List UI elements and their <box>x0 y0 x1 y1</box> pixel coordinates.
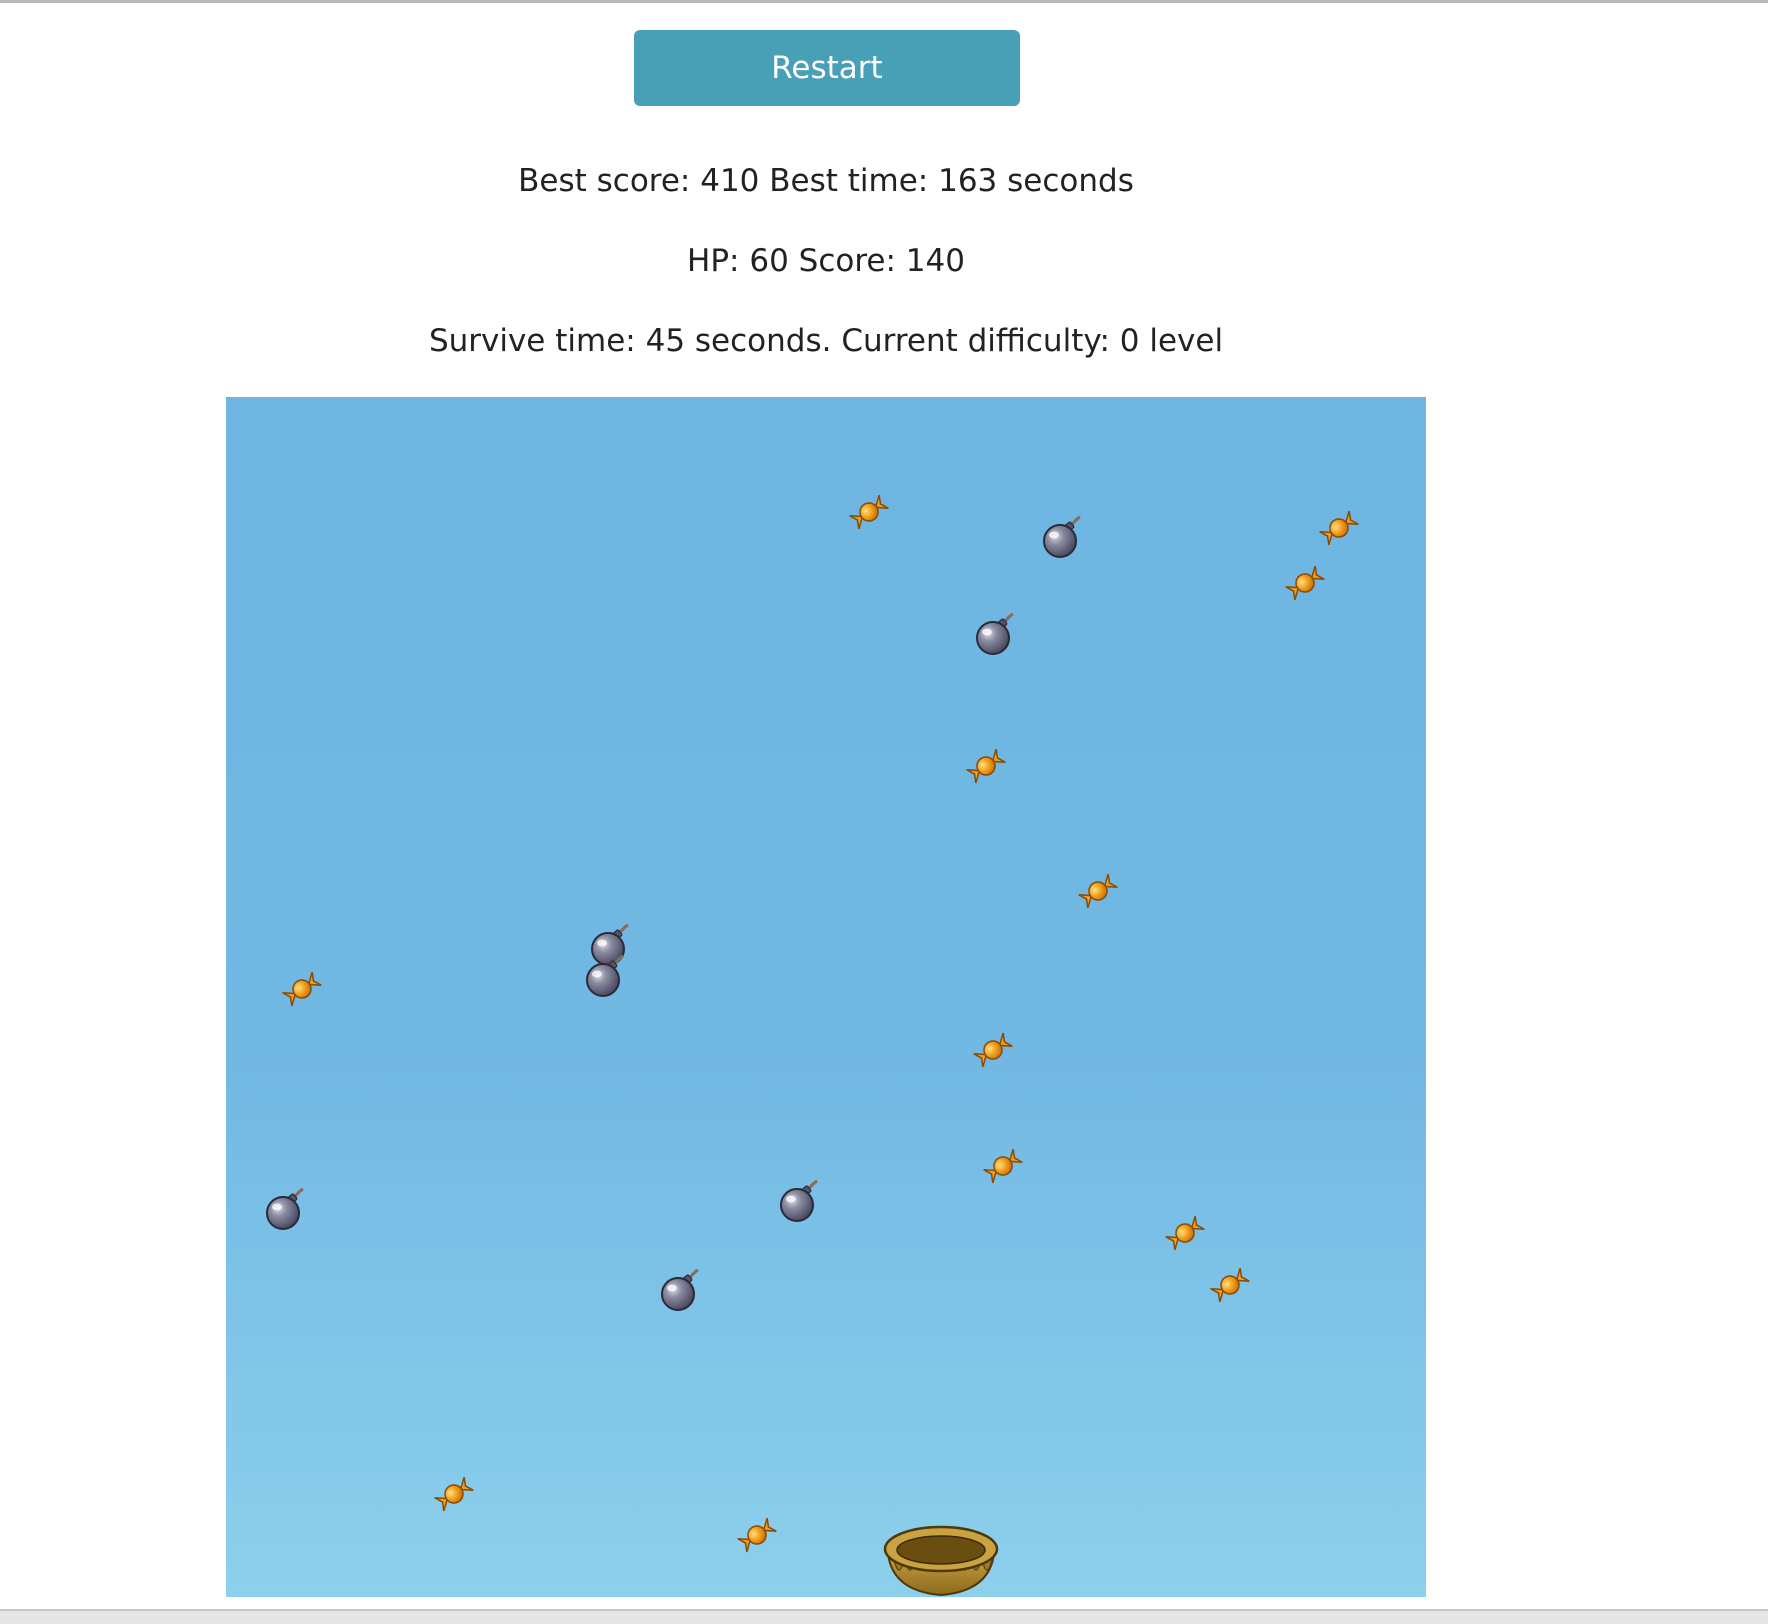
survive-line: Survive time: 45 seconds. Current diffic… <box>0 321 1652 361</box>
candy-icon <box>280 969 324 1013</box>
score-value: 140 <box>905 243 965 279</box>
candy-icon <box>735 1515 779 1559</box>
candy-icon <box>847 492 891 536</box>
game-canvas[interactable] <box>226 397 1426 1597</box>
best-score-value: 410 <box>700 163 760 199</box>
candy-icon <box>1163 1213 1207 1257</box>
candy-icon <box>432 1474 476 1518</box>
game-page: Restart Best score: 410 Best time: 163 s… <box>0 0 1768 1624</box>
candy-icon <box>964 746 1008 790</box>
best-time-value: 163 <box>938 163 998 199</box>
hp-value: 60 <box>749 243 789 279</box>
basket-icon[interactable] <box>880 1519 1002 1597</box>
window-bottom-bar <box>0 1609 1768 1624</box>
bomb-icon <box>261 1183 311 1237</box>
difficulty-value: 0 <box>1119 323 1140 359</box>
best-time-label: Best time: <box>769 163 929 199</box>
candy-icon <box>1208 1265 1252 1309</box>
bomb-icon <box>656 1264 706 1318</box>
score-label: Score: <box>798 243 896 279</box>
best-stats-line: Best score: 410 Best time: 163 seconds <box>0 161 1652 201</box>
bomb-icon <box>775 1175 825 1229</box>
best-time-unit: seconds <box>1007 163 1134 199</box>
bomb-icon <box>971 608 1021 662</box>
difficulty-label: Current difficulty: <box>841 323 1110 359</box>
candy-icon <box>1283 563 1327 607</box>
survive-unit: seconds. <box>694 323 832 359</box>
candy-icon <box>1076 871 1120 915</box>
hp-label: HP: <box>687 243 740 279</box>
best-score-label: Best score: <box>518 163 691 199</box>
difficulty-unit: level <box>1149 323 1224 359</box>
current-stats-line: HP: 60 Score: 140 <box>0 241 1652 281</box>
candy-icon <box>1317 508 1361 552</box>
restart-button[interactable]: Restart <box>634 30 1020 106</box>
survive-label: Survive time: <box>428 323 636 359</box>
bomb-icon <box>1038 511 1088 565</box>
survive-time-value: 45 <box>645 323 686 359</box>
bomb-icon <box>581 950 631 1004</box>
candy-icon <box>971 1030 1015 1074</box>
candy-icon <box>981 1146 1025 1190</box>
